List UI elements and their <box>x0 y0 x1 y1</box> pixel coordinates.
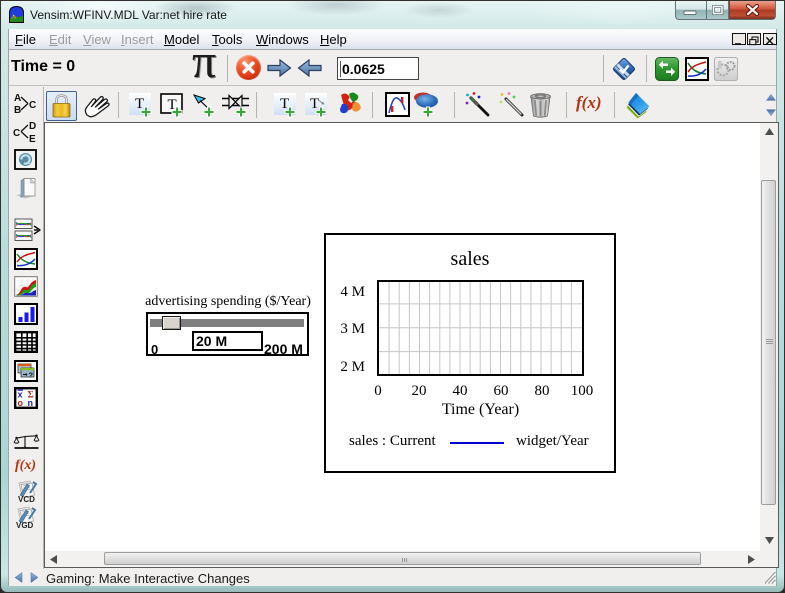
svg-text:T: T <box>280 96 289 112</box>
svg-text:B: B <box>14 105 21 115</box>
svg-text:?: ? <box>29 371 34 380</box>
svg-text:o: o <box>18 398 24 408</box>
svg-text:D: D <box>29 121 36 132</box>
svg-text:VCD: VCD <box>18 495 35 503</box>
svg-text:C: C <box>29 100 36 111</box>
svg-text:C: C <box>13 128 20 139</box>
svg-text:n: n <box>28 398 34 408</box>
svg-text:T: T <box>310 96 319 112</box>
svg-text:VGD: VGD <box>16 521 34 529</box>
svg-text:A: A <box>14 93 21 104</box>
svg-text:T: T <box>135 96 144 112</box>
svg-text:E: E <box>29 134 36 143</box>
